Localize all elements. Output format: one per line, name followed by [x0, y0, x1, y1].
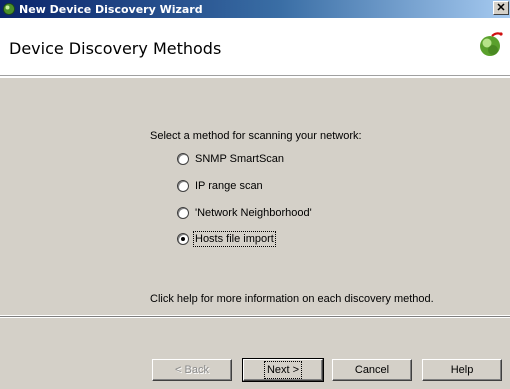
radio-button[interactable]	[177, 180, 189, 192]
page-title: Device Discovery Methods	[9, 39, 222, 58]
window-title: New Device Discovery Wizard	[19, 2, 203, 16]
option-label: Hosts file import	[193, 231, 276, 247]
option-label: SNMP SmartScan	[195, 153, 285, 165]
back-button-label: < Back	[175, 364, 209, 376]
option-ip-range-scan[interactable]: IP range scan	[177, 180, 263, 192]
radio-button[interactable]	[177, 153, 189, 165]
option-snmp-smartscan[interactable]: SNMP SmartScan	[177, 153, 284, 165]
close-icon	[497, 2, 505, 14]
wizard-footer: < Back Next > Cancel Help	[0, 316, 510, 389]
radio-button-selected[interactable]	[177, 233, 189, 245]
help-button-label: Help	[450, 364, 474, 376]
option-label: 'Network Neighborhood'	[195, 207, 312, 219]
help-button[interactable]: Help	[422, 359, 502, 381]
cancel-button[interactable]: Cancel	[332, 359, 412, 381]
title-bar[interactable]: New Device Discovery Wizard	[0, 0, 510, 18]
footer-separator	[0, 317, 510, 318]
method-prompt: Select a method for scanning your networ…	[150, 130, 362, 142]
next-button[interactable]: Next >	[242, 358, 324, 382]
wizard-logo-icon	[478, 31, 504, 59]
help-hint: Click help for more information on each …	[150, 293, 434, 305]
wizard-content: Select a method for scanning your networ…	[0, 77, 510, 315]
app-icon	[3, 3, 15, 15]
wizard-header: Device Discovery Methods	[0, 18, 510, 76]
radio-button[interactable]	[177, 207, 189, 219]
option-label: IP range scan	[195, 180, 263, 192]
option-network-neighborhood[interactable]: 'Network Neighborhood'	[177, 207, 312, 219]
next-button-label: Next >	[263, 361, 303, 379]
back-button[interactable]: < Back	[152, 359, 232, 381]
cancel-button-label: Cancel	[354, 364, 390, 376]
close-button[interactable]	[493, 1, 509, 15]
option-hosts-file-import[interactable]: Hosts file import	[177, 231, 276, 247]
